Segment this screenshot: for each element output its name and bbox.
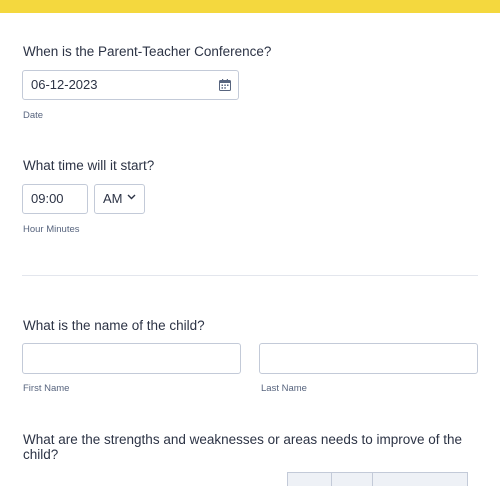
date-input-value: 06-12-2023 (31, 77, 98, 92)
time-input-value: 09:00 (31, 191, 64, 206)
last-name-sublabel: Last Name (261, 383, 307, 394)
ampm-select[interactable]: AM (94, 184, 145, 214)
date-input[interactable]: 06-12-2023 (22, 70, 239, 100)
chevron-down-icon (127, 194, 136, 200)
time-sublabel: Hour Minutes (23, 224, 80, 235)
conference-date-question: When is the Parent-Teacher Conference? (23, 44, 272, 59)
first-name-input[interactable] (22, 343, 241, 374)
first-name-sublabel: First Name (23, 383, 70, 394)
start-time-question: What time will it start? (23, 158, 155, 173)
date-sublabel: Date (23, 110, 44, 121)
calendar-icon[interactable] (219, 79, 231, 91)
header-accent-bar (0, 0, 500, 13)
strengths-question: What are the strengths and weaknesses or… (23, 432, 462, 462)
last-name-input[interactable] (259, 343, 478, 374)
ampm-select-value: AM (103, 191, 123, 206)
child-name-question: What is the name of the child? (23, 318, 205, 333)
time-input[interactable]: 09:00 (22, 184, 88, 214)
section-divider (22, 275, 478, 276)
